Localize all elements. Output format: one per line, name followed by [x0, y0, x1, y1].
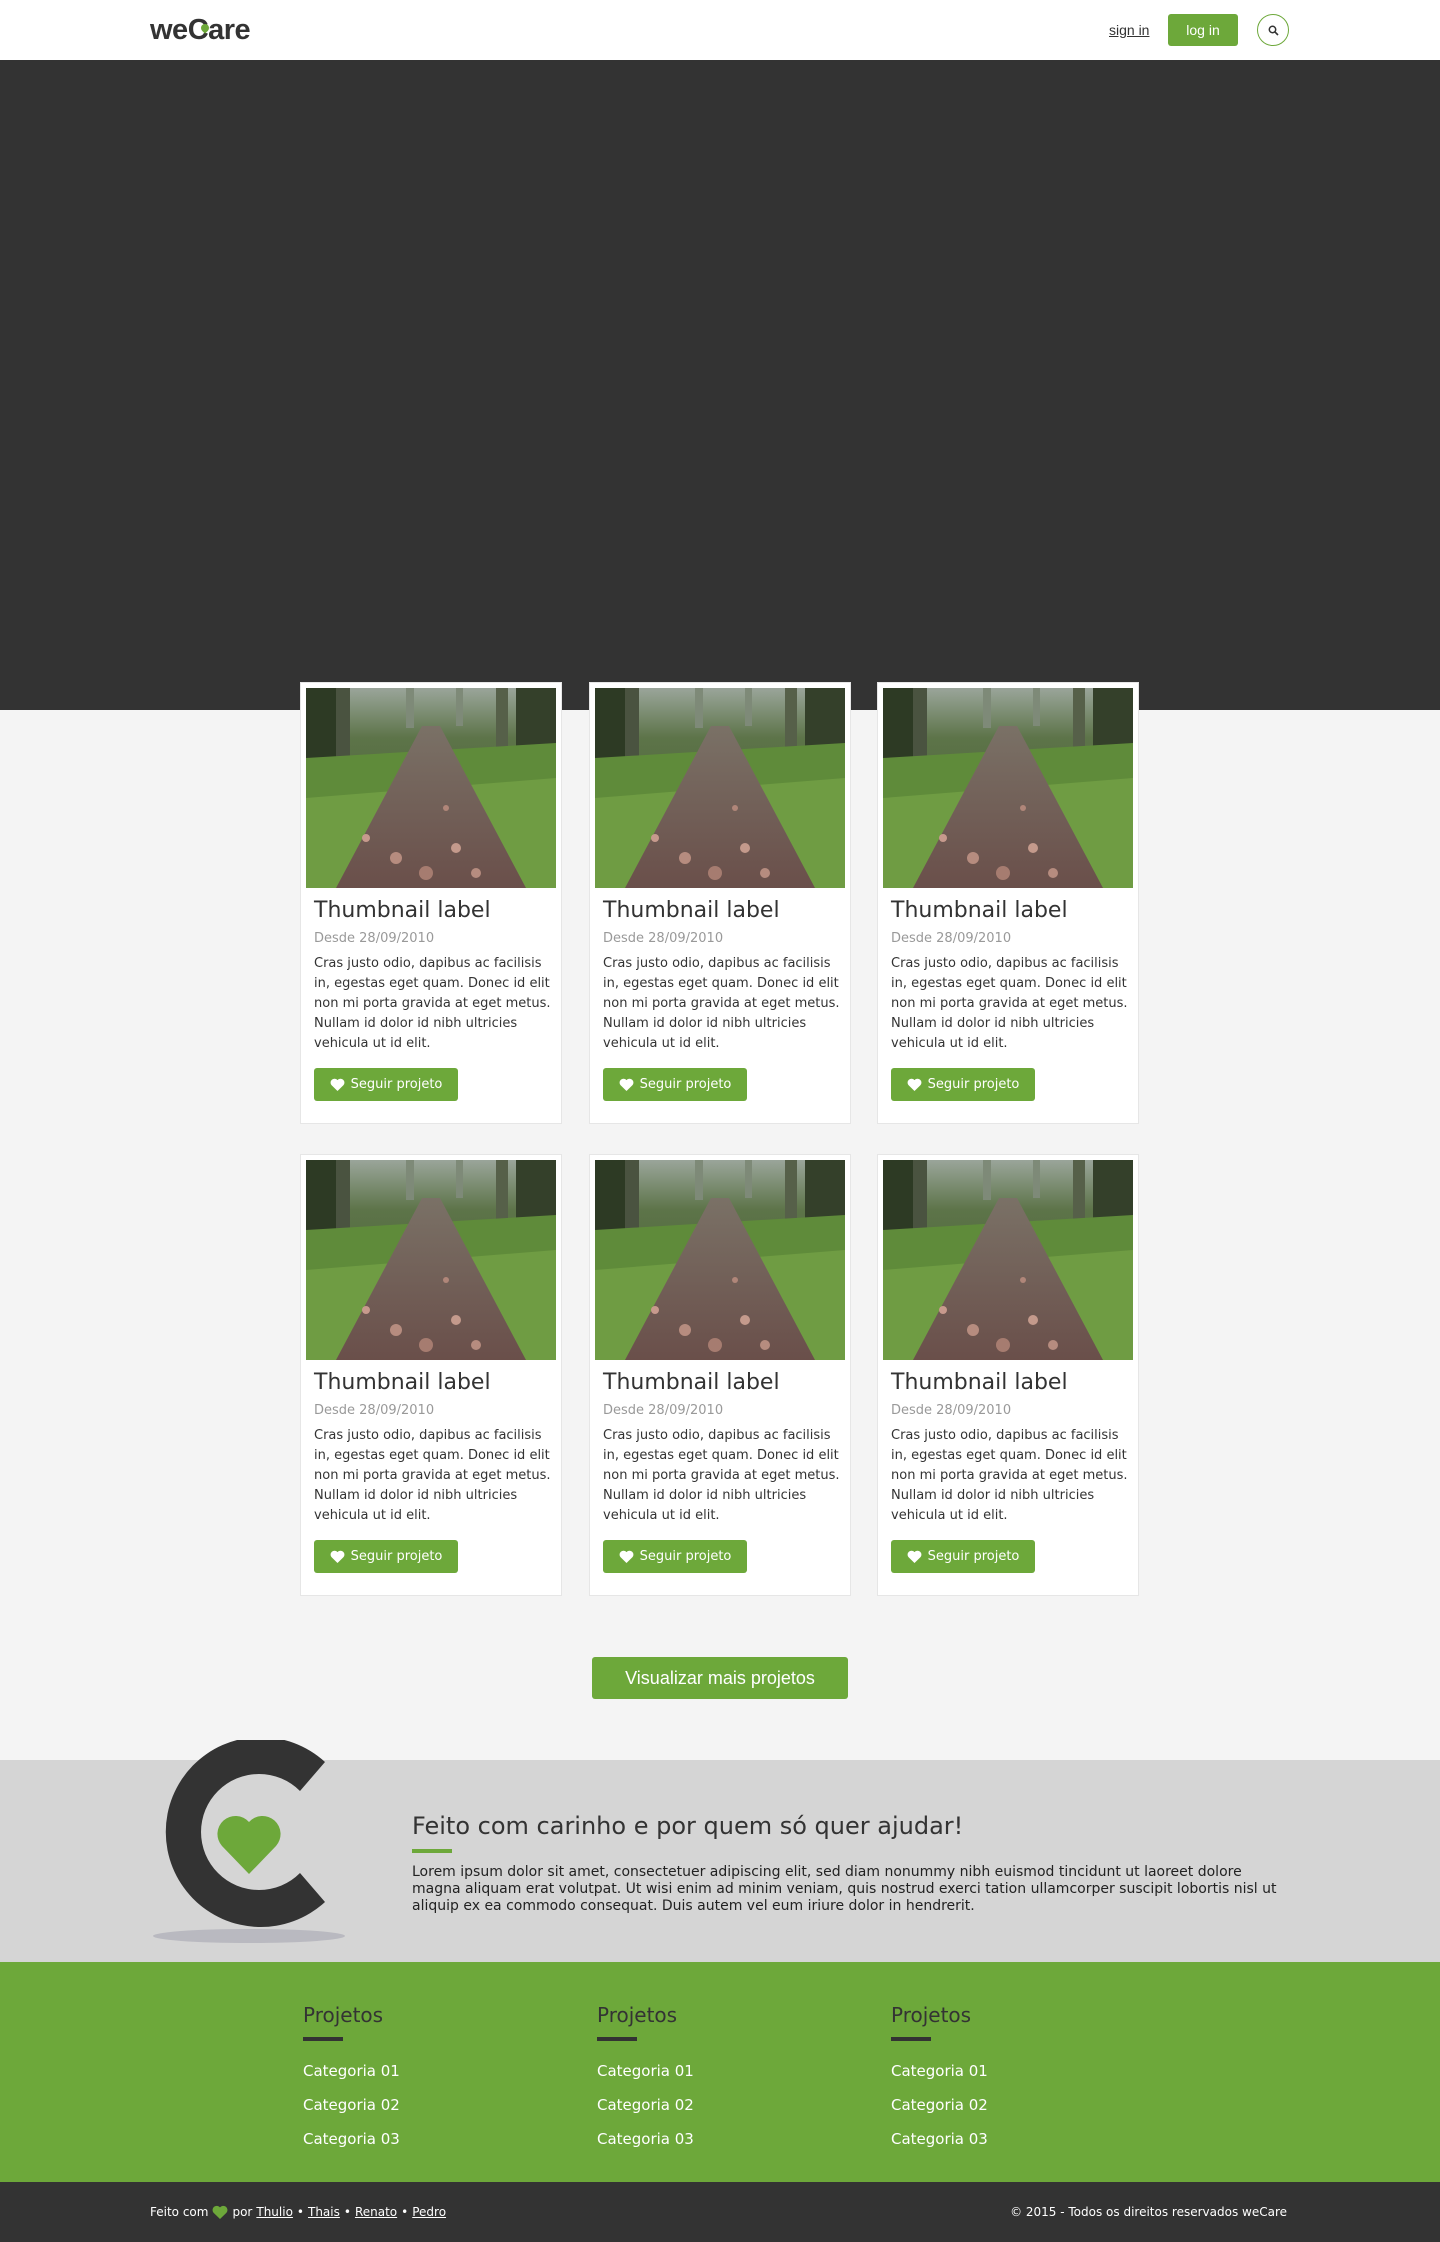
card-date: Desde 28/09/2010 — [891, 931, 1012, 946]
footer-link[interactable]: Categoria 01 — [303, 2054, 503, 2088]
signin-link[interactable]: sign in — [1109, 21, 1149, 39]
project-image — [883, 1160, 1133, 1360]
card-date: Desde 28/09/2010 — [603, 1403, 724, 1418]
credits: Feito com por Thulio • Thais • Renato • … — [150, 2204, 447, 2220]
footer-column-underline — [891, 2037, 931, 2041]
logo[interactable]: weCare — [150, 14, 251, 46]
card-title: Thumbnail label — [314, 898, 491, 923]
author-link[interactable]: Pedro — [412, 2204, 446, 2220]
card-description: Cras justo odio, dapibus ac facilisis in… — [314, 1428, 551, 1523]
heart-icon — [907, 1078, 922, 1091]
footer-link[interactable]: Categoria 03 — [303, 2122, 503, 2156]
view-more-projects-button[interactable]: Visualizar mais projetos — [592, 1657, 848, 1699]
follow-project-button[interactable]: Seguir projeto — [603, 1540, 747, 1573]
footer-link[interactable]: Categoria 02 — [891, 2088, 1091, 2122]
project-image — [883, 688, 1133, 888]
card-title: Thumbnail label — [891, 1370, 1068, 1395]
footer-link[interactable]: Categoria 01 — [891, 2054, 1091, 2088]
heart-icon — [213, 2205, 228, 2219]
search-icon — [1268, 25, 1279, 36]
copyright: © 2015 - Todos os direitos reservados we… — [1010, 2205, 1287, 2219]
search-button[interactable] — [1257, 14, 1289, 46]
top-navbar: weCare sign in log in — [0, 0, 1440, 60]
heart-icon — [907, 1550, 922, 1563]
footer-column: Projetos Categoria 01 Categoria 02 Categ… — [303, 2000, 503, 2156]
project-card: Thumbnail label Desde 28/09/2010 Cras ju… — [877, 1154, 1139, 1596]
project-card: Thumbnail label Desde 28/09/2010 Cras ju… — [877, 682, 1139, 1124]
card-description: Cras justo odio, dapibus ac facilisis in… — [891, 1428, 1128, 1523]
author-link[interactable]: Thulio — [256, 2204, 293, 2220]
card-date: Desde 28/09/2010 — [314, 1403, 435, 1418]
footer-link[interactable]: Categoria 02 — [303, 2088, 503, 2122]
login-button[interactable]: log in — [1168, 14, 1238, 46]
card-description: Cras justo odio, dapibus ac facilisis in… — [314, 956, 551, 1051]
follow-project-button[interactable]: Seguir projeto — [891, 1540, 1035, 1573]
footer-link[interactable]: Categoria 01 — [597, 2054, 797, 2088]
card-title: Thumbnail label — [314, 1370, 491, 1395]
heart-icon — [330, 1550, 345, 1563]
footer-link[interactable]: Categoria 03 — [597, 2122, 797, 2156]
heart-icon — [619, 1550, 634, 1563]
project-image — [595, 1160, 845, 1360]
card-description: Cras justo odio, dapibus ac facilisis in… — [603, 1428, 840, 1523]
author-link[interactable]: Thais — [308, 2204, 340, 2220]
project-image — [306, 688, 556, 888]
card-date: Desde 28/09/2010 — [314, 931, 435, 946]
follow-project-button[interactable]: Seguir projeto — [314, 1540, 458, 1573]
card-date: Desde 28/09/2010 — [603, 931, 724, 946]
footer-column-title: Projetos — [597, 2003, 678, 2027]
heart-icon — [330, 1078, 345, 1091]
footer-column-underline — [597, 2037, 637, 2041]
project-card: Thumbnail label Desde 28/09/2010 Cras ju… — [589, 682, 851, 1124]
follow-project-button[interactable]: Seguir projeto — [603, 1068, 747, 1101]
follow-project-button[interactable]: Seguir projeto — [891, 1068, 1035, 1101]
about-title: Feito com carinho e por quem só quer aju… — [412, 1812, 964, 1840]
footer-column-title: Projetos — [891, 2003, 972, 2027]
footer-link[interactable]: Categoria 02 — [597, 2088, 797, 2122]
project-card: Thumbnail label Desde 28/09/2010 Cras ju… — [300, 682, 562, 1124]
footer-column: Projetos Categoria 01 Categoria 02 Categ… — [891, 2000, 1091, 2156]
footer-link[interactable]: Categoria 03 — [891, 2122, 1091, 2156]
heart-icon — [217, 1815, 281, 1874]
card-description: Cras justo odio, dapibus ac facilisis in… — [891, 956, 1128, 1051]
wecare-c-logo — [153, 1740, 345, 1943]
author-link[interactable]: Renato — [355, 2204, 397, 2220]
logo-c: C — [187, 14, 209, 46]
project-image — [306, 1160, 556, 1360]
card-title: Thumbnail label — [603, 1370, 780, 1395]
hero-banner — [0, 60, 1440, 710]
follow-project-button[interactable]: Seguir projeto — [314, 1068, 458, 1101]
card-title: Thumbnail label — [891, 898, 1068, 923]
card-date: Desde 28/09/2010 — [891, 1403, 1012, 1418]
about-text: Lorem ipsum dolor sit amet, consectetuer… — [412, 1864, 1277, 1914]
footer-column: Projetos Categoria 01 Categoria 02 Categ… — [597, 2000, 797, 2156]
heart-icon — [619, 1078, 634, 1091]
card-description: Cras justo odio, dapibus ac facilisis in… — [603, 956, 840, 1051]
card-title: Thumbnail label — [603, 898, 780, 923]
project-card: Thumbnail label Desde 28/09/2010 Cras ju… — [589, 1154, 851, 1596]
project-image — [595, 688, 845, 888]
bottom-bar: Feito com por Thulio • Thais • Renato • … — [0, 2182, 1440, 2242]
footer-column-underline — [303, 2037, 343, 2041]
project-card: Thumbnail label Desde 28/09/2010 Cras ju… — [300, 1154, 562, 1596]
footer-column-title: Projetos — [303, 2003, 384, 2027]
about-underline — [412, 1849, 452, 1853]
